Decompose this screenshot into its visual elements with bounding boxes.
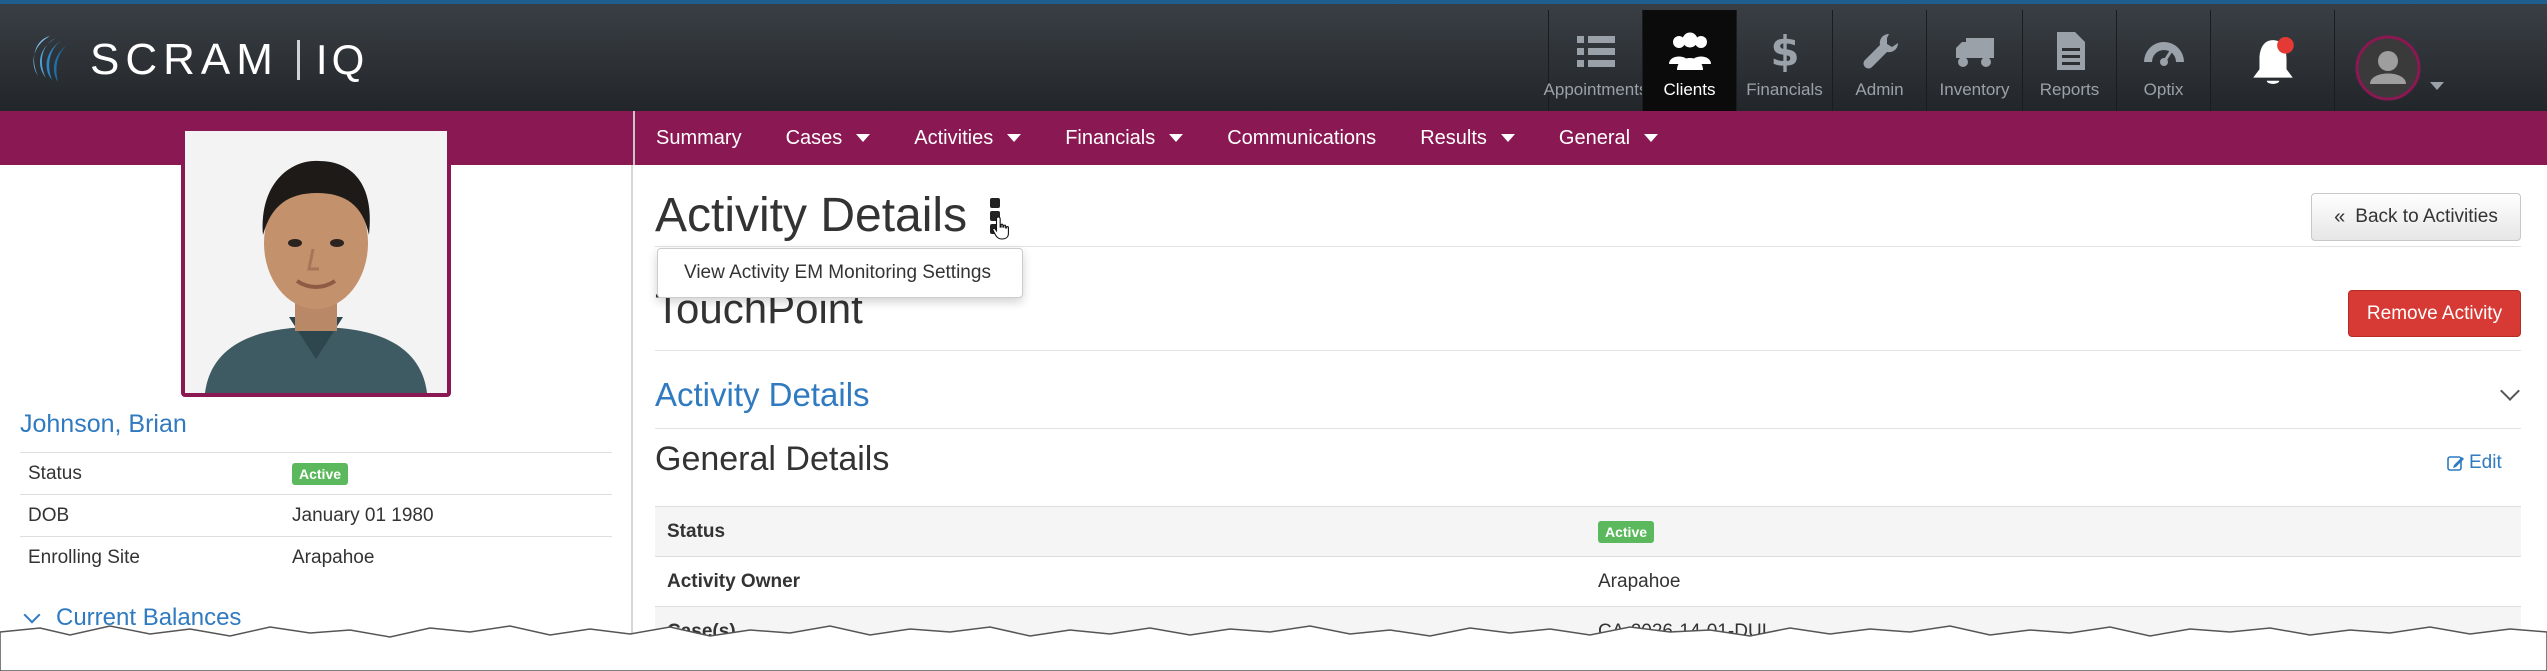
- nav-appointments[interactable]: Appointments: [1544, 10, 1647, 114]
- hand-cursor-icon: [992, 216, 1009, 240]
- brand-divider: [296, 40, 300, 80]
- subnav-items: Summary Cases Activities Financials Comm…: [656, 111, 1702, 165]
- svg-text:$: $: [1770, 30, 1799, 72]
- client-status-row: Status Active: [20, 452, 612, 495]
- detail-value: Active: [1598, 521, 1655, 543]
- client-photo: [181, 127, 451, 397]
- nav-admin[interactable]: Admin: [1832, 10, 1926, 114]
- subnav-summary[interactable]: Summary: [656, 127, 742, 150]
- client-dob-value: January 01 1980: [292, 505, 434, 526]
- bell-icon: [2252, 37, 2294, 84]
- divider: [655, 350, 2521, 351]
- subnav-financials-label: Financials: [1065, 126, 1156, 149]
- status-badge: Active: [292, 463, 349, 485]
- subnav-cases-label: Cases: [785, 126, 843, 149]
- view-em-settings-menu-item[interactable]: View Activity EM Monitoring Settings: [657, 248, 1023, 298]
- subnav-results[interactable]: Results: [1420, 127, 1515, 150]
- caret-down-icon: [1169, 134, 1184, 142]
- caret-down-icon: [1500, 134, 1515, 142]
- torn-edge: [0, 625, 2547, 671]
- edit-label: Edit: [2469, 452, 2502, 473]
- caret-down-icon: [856, 134, 871, 142]
- nav-admin-label: Admin: [1855, 80, 1904, 99]
- back-to-activities-label: Back to Activities: [2355, 206, 2498, 227]
- client-status-label: Status: [28, 463, 82, 484]
- page-title: Activity Details: [655, 189, 968, 242]
- client-status-value: Active: [292, 463, 349, 485]
- client-dob-label: DOB: [28, 505, 70, 526]
- gauge-icon: [2143, 42, 2184, 66]
- subnav-summary-label: Summary: [656, 126, 742, 149]
- client-name-link[interactable]: Johnson, Brian: [20, 410, 187, 439]
- subnav-cases[interactable]: Cases: [786, 127, 871, 150]
- divider: [655, 428, 2521, 429]
- back-to-activities-button[interactable]: « Back to Activities: [2311, 193, 2521, 241]
- top-header: SCRAM IQ Appointments Clients $ Financia…: [0, 0, 2547, 114]
- nav-appointments-label: Appointments: [1543, 80, 1648, 99]
- client-dob-row: DOB January 01 1980: [20, 494, 612, 537]
- dollar-icon: $: [1770, 30, 1799, 72]
- subnav-general-label: General: [1558, 126, 1631, 149]
- activity-details-section-toggle[interactable]: Activity Details: [655, 376, 870, 414]
- nav-reports[interactable]: Reports: [2022, 10, 2116, 114]
- brand-suffix: IQ: [315, 36, 369, 83]
- edit-general-details-link[interactable]: Edit: [2447, 452, 2502, 474]
- client-portrait-image: [185, 131, 447, 393]
- list-icon: [1576, 36, 1615, 67]
- caret-down-icon: [1644, 134, 1659, 142]
- edit-icon: [2447, 456, 2464, 471]
- user-avatar-icon: [2355, 35, 2420, 101]
- nav-inventory[interactable]: Inventory: [1926, 10, 2022, 114]
- client-site-value: Arapahoe: [292, 547, 375, 568]
- divider: [655, 246, 2521, 247]
- subnav-general[interactable]: General: [1558, 126, 1659, 150]
- document-icon: [2056, 32, 2085, 70]
- nav-financials[interactable]: $ Financials: [1736, 10, 1832, 114]
- brand-name: SCRAM: [90, 35, 279, 84]
- table-row: Status Active: [655, 506, 2521, 556]
- subnav-communications-label: Communications: [1227, 126, 1377, 149]
- profile-caret-icon: [2429, 82, 2444, 90]
- general-details-heading: General Details: [655, 440, 890, 478]
- users-icon: [1668, 32, 1711, 70]
- chevron-down-icon[interactable]: [2500, 381, 2520, 401]
- double-chevron-left-icon: «: [2334, 205, 2346, 228]
- main-nav: Appointments Clients $ Financials Admin: [1544, 10, 2462, 114]
- caret-down-icon: [1007, 134, 1022, 142]
- subnav-divider: [633, 111, 635, 165]
- nav-optix[interactable]: Optix: [2116, 10, 2210, 114]
- subnav-activities-label: Activities: [914, 126, 994, 149]
- scram-logo-icon: [33, 36, 68, 82]
- table-row: Activity Owner Arapahoe: [655, 556, 2521, 606]
- subnav-results-label: Results: [1420, 126, 1487, 149]
- nav-reports-label: Reports: [2039, 80, 2100, 99]
- wrench-icon: [1863, 34, 1898, 69]
- nav-clients-label: Clients: [1663, 80, 1716, 99]
- remove-activity-button[interactable]: Remove Activity: [2348, 290, 2521, 337]
- nav-profile[interactable]: [2334, 10, 2462, 114]
- detail-label: Activity Owner: [667, 571, 801, 592]
- detail-label: Status: [667, 521, 726, 542]
- nav-notifications[interactable]: [2210, 10, 2334, 114]
- truck-icon: [1955, 38, 1994, 67]
- detail-value: Arapahoe: [1598, 571, 1681, 592]
- nav-financials-label: Financials: [1746, 80, 1823, 99]
- scram-logo[interactable]: SCRAM IQ: [20, 30, 368, 90]
- client-site-label: Enrolling Site: [28, 547, 140, 568]
- status-badge: Active: [1598, 521, 1655, 543]
- nav-optix-label: Optix: [2143, 80, 2184, 99]
- subnav-financials[interactable]: Financials: [1065, 126, 1184, 150]
- subnav-activities[interactable]: Activities: [914, 126, 1022, 150]
- nav-inventory-label: Inventory: [1939, 80, 2010, 99]
- subnav-communications[interactable]: Communications: [1227, 127, 1376, 150]
- client-site-row: Enrolling Site Arapahoe: [20, 536, 612, 579]
- nav-clients[interactable]: Clients: [1642, 10, 1736, 114]
